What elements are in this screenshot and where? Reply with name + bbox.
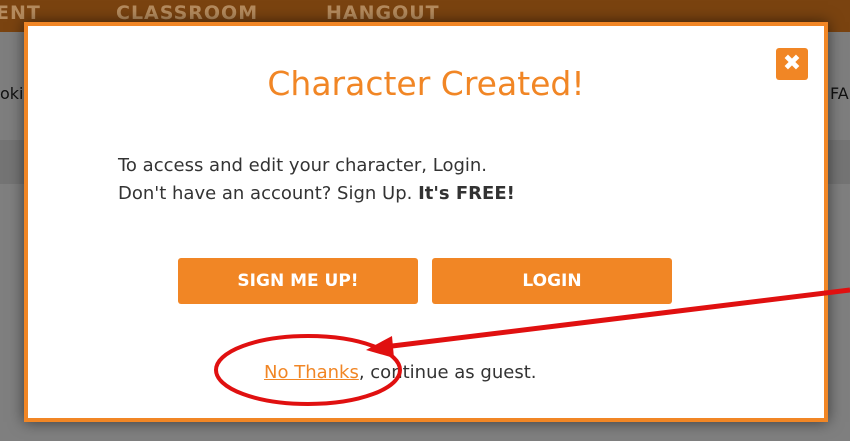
signup-prompt: Don't have an account? Sign Up.	[118, 183, 419, 204]
message-line-2: Don't have an account? Sign Up. It's FRE…	[118, 180, 738, 208]
nav-item-partial[interactable]: ENT	[0, 2, 41, 24]
nav-item-hangout[interactable]: HANGOUT	[326, 2, 440, 24]
background-text-right: FA	[830, 84, 849, 103]
modal-message: To access and edit your character, Login…	[118, 152, 738, 208]
no-thanks-link[interactable]: No Thanks	[264, 362, 359, 383]
message-line-1: To access and edit your character, Login…	[118, 155, 488, 176]
login-button[interactable]: LOGIN	[432, 258, 672, 304]
guest-suffix: , continue as guest.	[358, 362, 537, 383]
free-emphasis: It's FREE!	[418, 183, 515, 204]
character-created-modal: ✖ Character Created! To access and edit …	[24, 22, 828, 422]
modal-title: Character Created!	[267, 64, 585, 103]
sign-me-up-button[interactable]: SIGN ME UP!	[178, 258, 418, 304]
guest-option: No Thanks, continue as guest.	[264, 362, 536, 383]
nav-item-classroom[interactable]: CLASSROOM	[116, 2, 258, 24]
